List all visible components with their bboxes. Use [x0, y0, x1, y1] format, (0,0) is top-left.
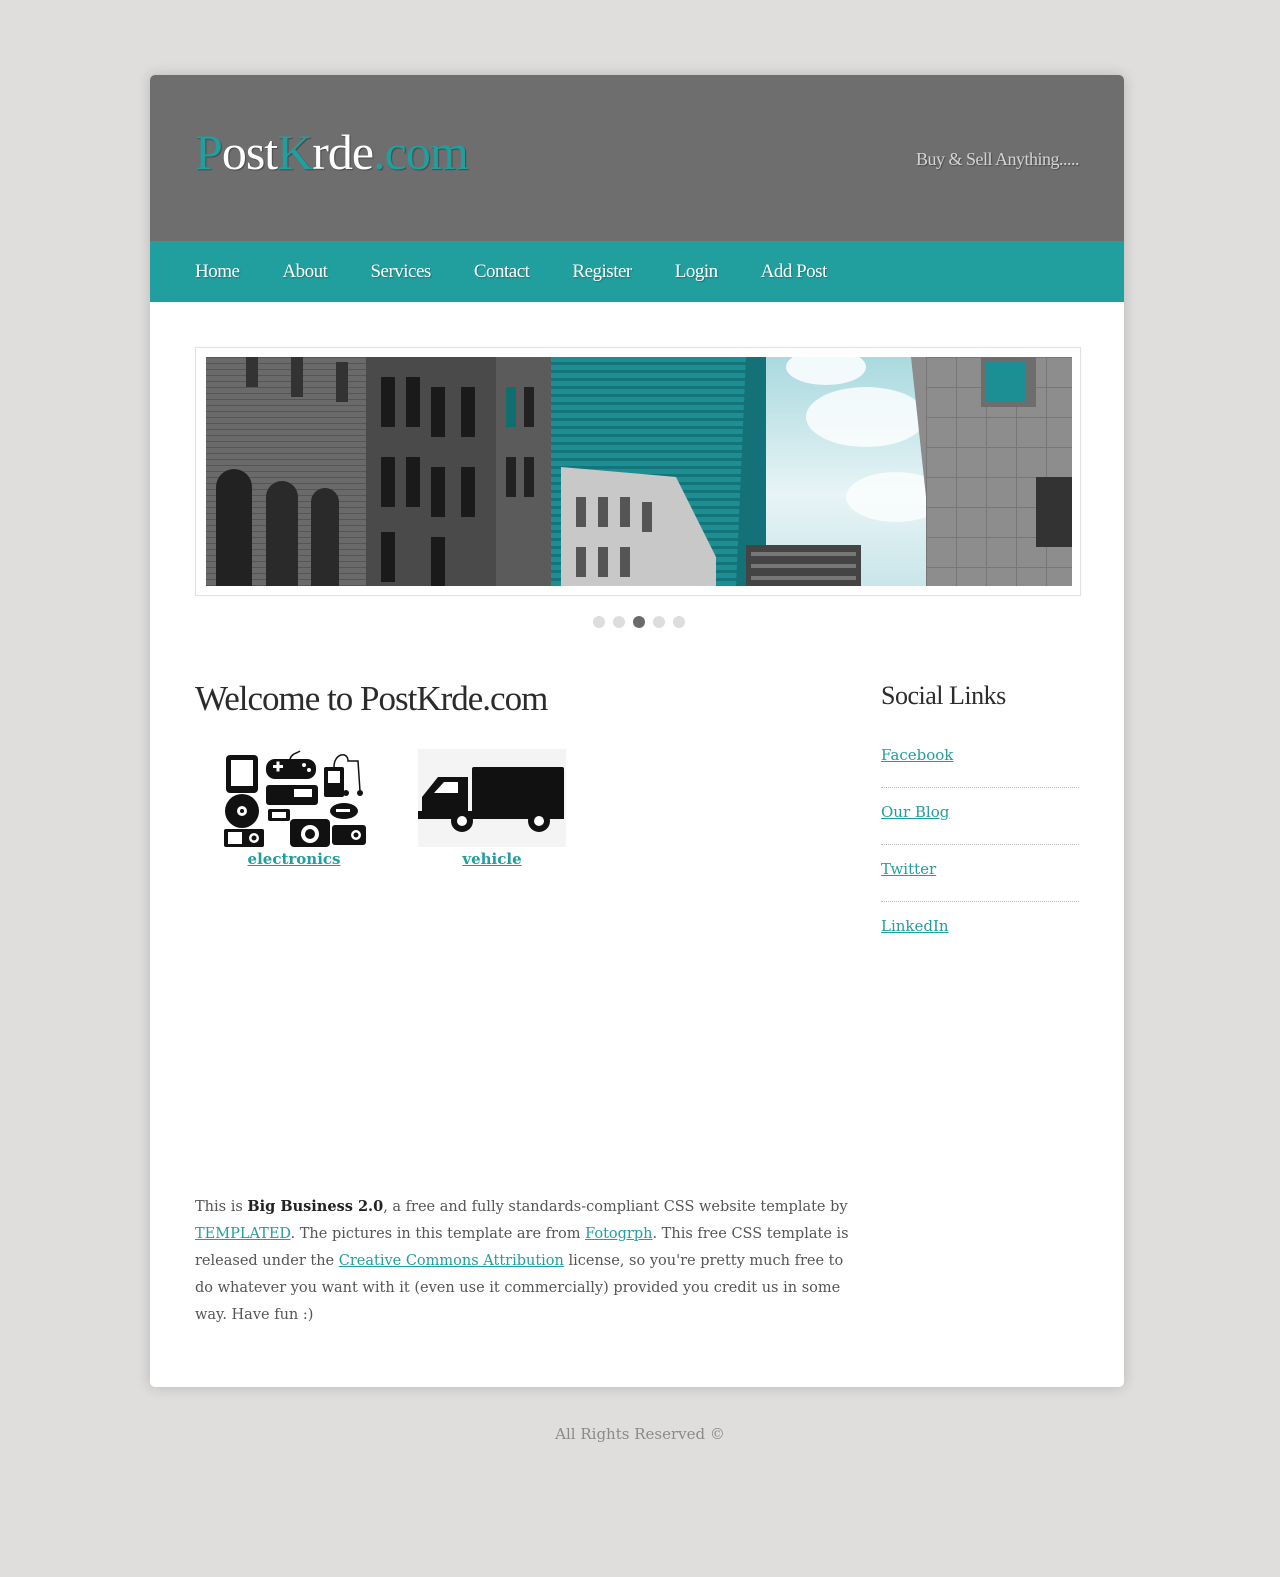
social-item-facebook: Facebook	[881, 731, 1079, 788]
site-footer: All Rights Reserved ©	[555, 1425, 725, 1443]
main-nav: Home About Services Contact Register Log…	[150, 241, 1124, 302]
about-text: . The pictures in this template are from	[290, 1226, 586, 1242]
slider-dot-1[interactable]	[593, 616, 605, 628]
nav-item-register[interactable]: Register	[572, 261, 632, 283]
slider-pagination	[593, 616, 693, 628]
social-links-list: Facebook Our Blog Twitter LinkedIn	[881, 731, 1079, 959]
banner-slide-image[interactable]	[206, 357, 1072, 586]
nav-item-home[interactable]: Home	[195, 261, 240, 283]
license-link[interactable]: Creative Commons Attribution	[339, 1253, 564, 1269]
logo-letter-k: K	[277, 124, 313, 180]
page-wrapper: PostKrde.com Buy & Sell Anything..... Ho…	[150, 75, 1124, 1387]
facebook-link[interactable]: Facebook	[881, 746, 953, 764]
about-template-name: Big Business 2.0	[247, 1198, 384, 1215]
site-header: PostKrde.com Buy & Sell Anything.....	[150, 75, 1124, 241]
nav-item-login[interactable]: Login	[675, 261, 718, 283]
truck-icon[interactable]	[418, 749, 566, 847]
twitter-link[interactable]: Twitter	[881, 860, 936, 878]
linkedin-link[interactable]: LinkedIn	[881, 917, 949, 935]
site-tagline: Buy & Sell Anything.....	[915, 149, 1080, 169]
blog-link[interactable]: Our Blog	[881, 803, 949, 821]
nav-item-contact[interactable]: Contact	[474, 261, 530, 283]
category-link-electronics[interactable]: electronics	[220, 850, 368, 868]
fotogrph-link[interactable]: Fotogrph	[585, 1226, 652, 1242]
electronics-icon[interactable]	[220, 749, 368, 847]
about-text: This is	[195, 1199, 248, 1215]
slider-dot-2[interactable]	[613, 616, 625, 628]
about-text: , a free and fully standards-compliant C…	[383, 1199, 848, 1215]
logo-letter-p: P	[195, 124, 223, 180]
nav-item-about[interactable]: About	[282, 261, 328, 283]
category-electronics[interactable]: electronics	[220, 749, 368, 868]
social-links-title: Social Links	[881, 681, 1006, 710]
nav-item-add-post[interactable]: Add Post	[761, 261, 828, 283]
category-link-vehicle[interactable]: vehicle	[418, 850, 566, 868]
logo-text-com: .com	[373, 124, 469, 180]
slider-dot-3[interactable]	[633, 616, 645, 628]
slider-dot-5[interactable]	[673, 616, 685, 628]
banner-frame	[195, 347, 1081, 596]
logo-text-rde: rde	[312, 124, 374, 180]
city-buildings-image	[206, 357, 1072, 586]
slider-dot-4[interactable]	[653, 616, 665, 628]
social-item-blog: Our Blog	[881, 788, 1079, 845]
templated-link[interactable]: TEMPLATED	[195, 1226, 291, 1242]
about-paragraph: This is Big Business 2.0, a free and ful…	[195, 1193, 860, 1329]
page-title: Welcome to PostKrde.com	[195, 679, 548, 718]
site-logo[interactable]: PostKrde.com	[195, 124, 469, 180]
nav-item-services[interactable]: Services	[370, 261, 431, 283]
social-item-linkedin: LinkedIn	[881, 902, 1079, 959]
social-item-twitter: Twitter	[881, 845, 1079, 902]
logo-text-ost: ost	[221, 124, 278, 180]
category-vehicle[interactable]: vehicle	[418, 749, 566, 868]
